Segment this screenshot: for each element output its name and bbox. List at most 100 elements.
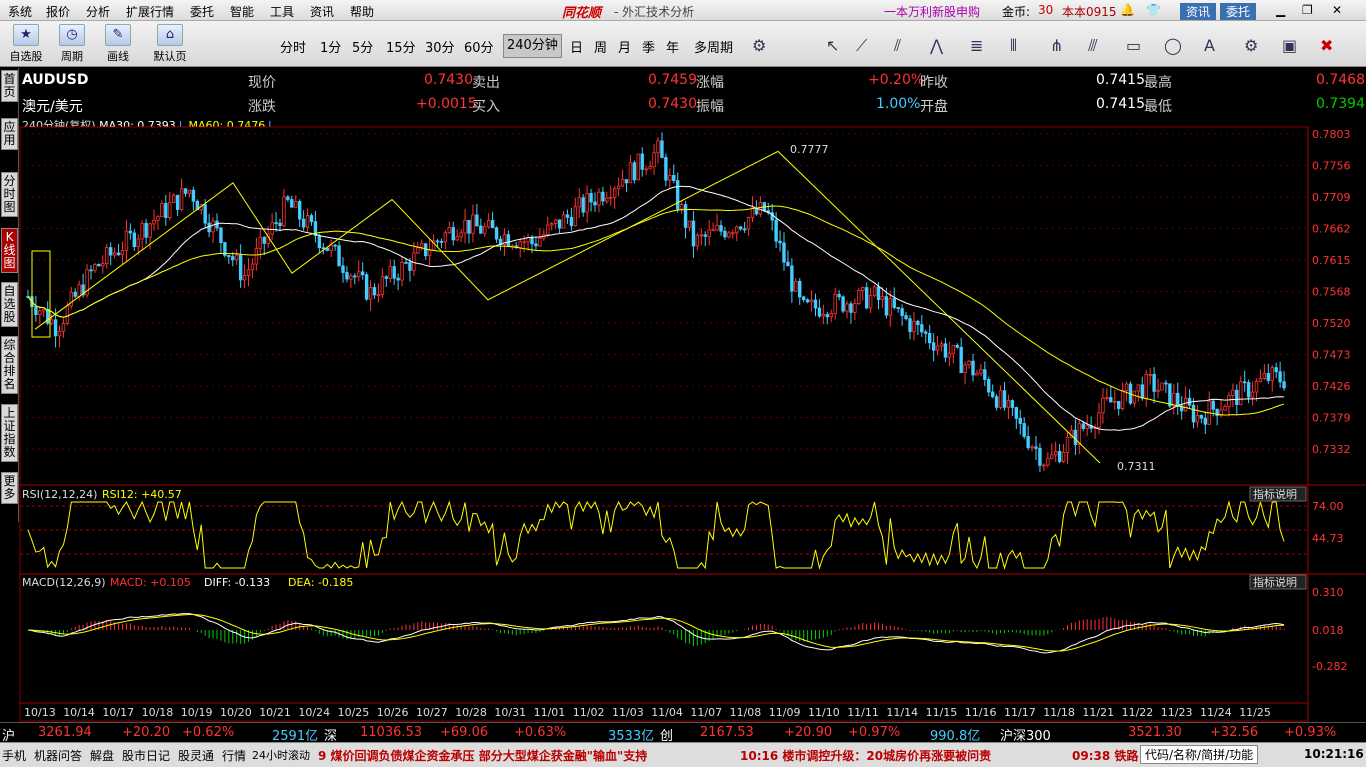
candle-body (191, 189, 196, 202)
menu-help[interactable]: 帮助 (350, 3, 374, 20)
status-rolling-news[interactable]: 24小时滚动 (252, 747, 310, 763)
candle-body (1073, 429, 1078, 445)
candle-body (1061, 451, 1066, 463)
period-button[interactable]: ◷ 周期 (52, 24, 92, 64)
date-tick-label: 11/16 (965, 706, 997, 719)
candle-body (152, 219, 156, 225)
period-quarter[interactable]: 季 (642, 37, 655, 56)
shirt-icon[interactable]: 👕 (1146, 3, 1161, 17)
open-value: 0.7415 (1096, 96, 1145, 112)
channel-tool-icon[interactable]: ⋔ (1050, 36, 1063, 55)
candle-body (42, 308, 46, 312)
menu-system[interactable]: 系统 (8, 3, 32, 20)
status-commentary[interactable]: 解盘 (90, 747, 114, 764)
candle-body (183, 188, 188, 194)
period-year[interactable]: 年 (666, 37, 679, 56)
period-15m[interactable]: 15分 (386, 37, 416, 56)
period-multi[interactable]: 多周期 (694, 37, 733, 56)
candle-body (1097, 412, 1101, 428)
menu-trade[interactable]: 委托 (190, 3, 214, 20)
parallel-tool-icon[interactable]: ⫽ (894, 36, 901, 56)
kline-chart[interactable]: 0.7803 0.7756 0.7709 0.7662 0.7615 0.7568 0.75… (0, 118, 1366, 722)
settings-icon[interactable]: ⚙ (752, 36, 766, 55)
period-5m[interactable]: 5分 (352, 37, 373, 56)
menu-info[interactable]: 资讯 (310, 3, 334, 20)
menu-extended[interactable]: 扩展行情 (126, 3, 174, 20)
rsi-help-label[interactable]: 指标说明 (1253, 487, 1297, 501)
period-month[interactable]: 月 (618, 37, 631, 56)
period-tick[interactable]: 分时 (280, 37, 306, 56)
minimize-icon[interactable]: ▁ (1276, 3, 1285, 17)
menu-smart[interactable]: 智能 (230, 3, 254, 20)
status-stockbot[interactable]: 股灵通 (178, 747, 214, 764)
ipo-promo-link[interactable]: 一本万利新股申购 (884, 3, 980, 20)
candle-body (1018, 417, 1022, 424)
candle-body (746, 217, 751, 230)
menu-analysis[interactable]: 分析 (86, 3, 110, 20)
period-week[interactable]: 周 (594, 37, 607, 56)
candle-body (1250, 391, 1255, 398)
delete-icon[interactable]: ✖ (1320, 36, 1333, 55)
watchlist-button[interactable]: ★ 自选股 (6, 24, 46, 64)
period-240m[interactable]: 240分钟 (503, 34, 562, 58)
status-market[interactable]: 行情 (222, 747, 246, 764)
ticket-label[interactable]: 本本0915 (1062, 3, 1117, 20)
bell-icon[interactable]: 🔔 (1120, 3, 1135, 17)
period-day[interactable]: 日 (570, 37, 583, 56)
candle-body (1101, 397, 1105, 414)
candle-body (672, 175, 676, 181)
candle-body (305, 215, 310, 228)
tab-home[interactable]: 首页 (1, 70, 18, 102)
menu-quote[interactable]: 报价 (46, 3, 70, 20)
period-30m[interactable]: 30分 (425, 37, 455, 56)
cursor-icon[interactable]: ↖ (826, 36, 839, 55)
candle-body (640, 153, 644, 170)
draw-settings-icon[interactable]: ⚙ (1244, 36, 1258, 55)
candle-body (1002, 390, 1007, 408)
draw-button[interactable]: ✎ 画线 (98, 24, 138, 64)
search-input[interactable]: 代码/名称/简拼/功能 (1140, 745, 1259, 764)
candle-body (160, 203, 164, 218)
open-label: 开盘 (920, 99, 948, 115)
bookmark-icon[interactable]: ▣ (1282, 36, 1297, 55)
line-tool-icon[interactable]: ⟋ (856, 36, 867, 56)
price-tick-label: 0.7662 (1312, 223, 1351, 236)
status-mobile[interactable]: 手机 (2, 747, 26, 764)
date-tick-label: 10/14 (63, 706, 95, 719)
candle-body (1254, 380, 1259, 393)
period-60m[interactable]: 60分 (464, 37, 494, 56)
news-ticker-2[interactable]: 10:16 楼市调控升级：20城房价再涨要被问责 (740, 747, 991, 764)
news-button[interactable]: 资讯 (1180, 3, 1217, 20)
period-1m[interactable]: 1分 (320, 37, 341, 56)
candle-body (1120, 390, 1125, 409)
maximize-icon[interactable]: ❐ (1302, 3, 1313, 17)
candle-body (1026, 436, 1030, 448)
hs300-value: 3521.30 (1128, 725, 1182, 740)
macd-help-label[interactable]: 指标说明 (1253, 575, 1297, 589)
gann-tool-icon[interactable]: ⦀ (1010, 36, 1017, 56)
fan-tool-icon[interactable]: ⫻ (1088, 36, 1098, 56)
candle-body (703, 234, 707, 237)
status-diary[interactable]: 股市日记 (122, 747, 170, 764)
candle-body (1203, 417, 1208, 425)
close-icon[interactable]: ✕ (1332, 3, 1342, 17)
candle-body (975, 372, 979, 376)
cy-change: +20.90 (784, 725, 833, 740)
candle-body (483, 226, 487, 234)
default-page-button[interactable]: ⌂ 默认页 (150, 24, 190, 64)
date-tick-label: 11/09 (769, 706, 801, 719)
ellipse-tool-icon[interactable]: ◯ (1164, 36, 1182, 55)
candle-body (939, 343, 944, 347)
date-tick-label: 11/15 (926, 706, 958, 719)
news-ticker-3[interactable]: 09:38 铁路 (1072, 747, 1138, 764)
wave-tool-icon[interactable]: ⋀ (930, 36, 943, 55)
status-qa[interactable]: 机器问答 (34, 747, 82, 764)
menu-tools[interactable]: 工具 (270, 3, 294, 20)
rect-tool-icon[interactable]: ▭ (1126, 36, 1141, 55)
text-tool-icon[interactable]: A (1204, 36, 1215, 55)
candle-body (1199, 414, 1204, 419)
fib-tool-icon[interactable]: ≣ (970, 36, 983, 55)
news-ticker-1[interactable]: 9 煤价回调负债煤企资金承压 部分大型煤企获金融"输血"支持 (318, 747, 647, 764)
trade-button[interactable]: 委托 (1220, 3, 1257, 20)
candle-body (1282, 381, 1286, 389)
